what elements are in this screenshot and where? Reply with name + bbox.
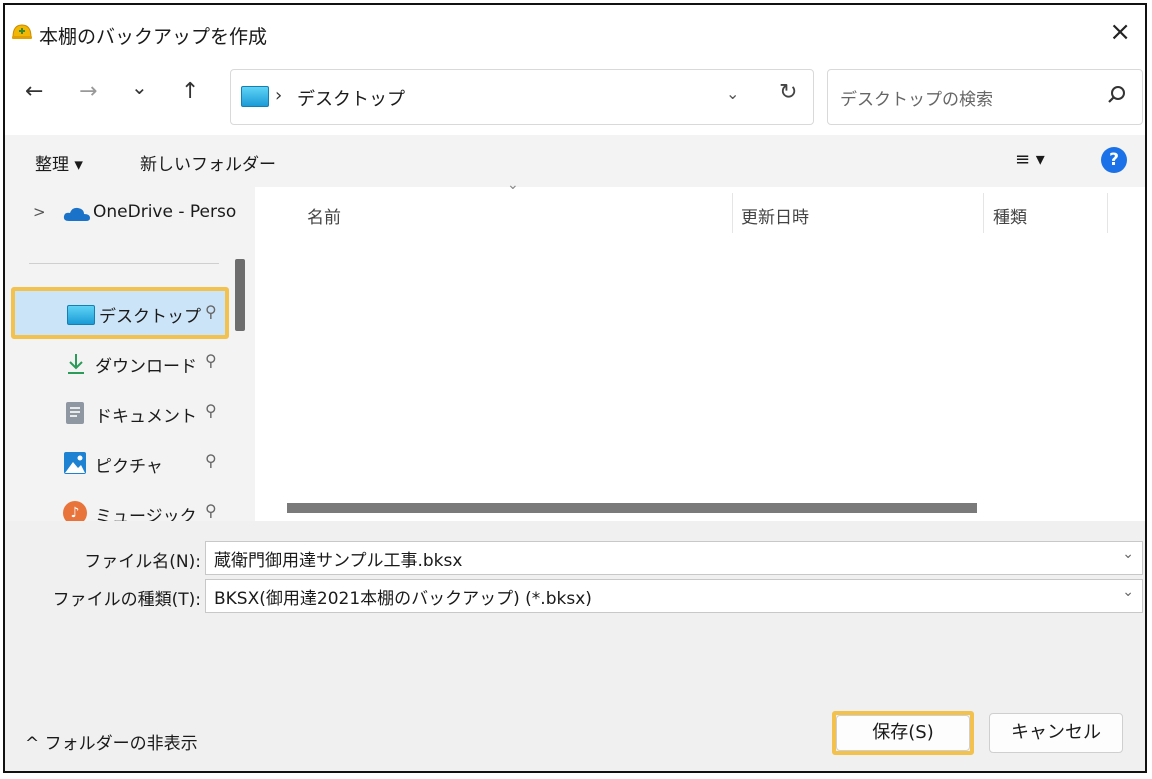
music-icon: ♪ <box>63 501 87 521</box>
pin-icon: ⚲ <box>205 401 217 420</box>
sidebar-item-label: OneDrive - Perso <box>93 202 237 222</box>
save-options-panel: ファイル名(N): 蔵衛門御用達サンプル工事.bksx ⌄ ファイルの種類(T)… <box>5 521 1145 771</box>
view-options-button[interactable]: ≡ ▾ <box>1015 149 1045 170</box>
close-button[interactable]: × <box>1109 17 1131 47</box>
address-dropdown-icon[interactable]: ⌄ <box>726 84 739 103</box>
horizontal-scrollbar[interactable] <box>287 503 977 513</box>
breadcrumb-current[interactable]: デスクトップ <box>297 85 405 111</box>
back-button[interactable]: ← <box>25 79 43 104</box>
sidebar-item-documents[interactable]: ドキュメント ⚲ <box>5 389 235 439</box>
filetype-label: ファイルの種類(T): <box>52 590 201 610</box>
refresh-icon[interactable]: ↻ <box>779 80 797 105</box>
desktop-folder-icon <box>67 305 95 325</box>
pin-icon: ⚲ <box>205 351 217 370</box>
address-bar[interactable]: › デスクトップ ⌄ ↻ <box>230 69 814 125</box>
filetype-value[interactable]: BKSX(御用達2021本棚のバックアップ) (*.bksx) <box>214 584 592 609</box>
desktop-folder-icon <box>241 86 269 107</box>
forward-button[interactable]: → <box>79 79 97 104</box>
navigation-pane: > OneDrive - Perso デスクトップ ⚲ ダウンロード ⚲ ドキュ… <box>5 187 255 521</box>
pin-icon: ⚲ <box>205 451 217 470</box>
column-header-type[interactable]: 種類 <box>993 203 1027 228</box>
filetype-dropdown-icon[interactable]: ⌄ <box>1122 584 1134 600</box>
recent-locations-button[interactable]: ⌄ <box>131 75 148 99</box>
save-dialog: 本棚のバックアップを作成 × ← → ⌄ ↑ › デスクトップ ⌄ ↻ デスクト… <box>3 3 1147 773</box>
expand-chevron-icon[interactable]: > <box>33 203 46 221</box>
filename-dropdown-icon[interactable]: ⌄ <box>1122 546 1134 562</box>
sidebar-item-desktop[interactable]: デスクトップ ⚲ <box>11 287 229 339</box>
download-icon <box>68 354 84 374</box>
pin-icon: ⚲ <box>205 501 217 520</box>
sidebar-item-pictures[interactable]: ピクチャ ⚲ <box>5 439 235 489</box>
cloud-icon <box>63 207 90 221</box>
document-icon <box>66 402 84 424</box>
pin-icon: ⚲ <box>205 302 217 321</box>
file-list: ⌄ 名前 更新日時 種類 <box>255 177 1145 521</box>
breadcrumb-chevron-icon: › <box>275 85 283 106</box>
column-header-modified[interactable]: 更新日時 <box>741 203 809 228</box>
hide-folders-button[interactable]: ^ フォルダーの非表示 <box>25 729 198 754</box>
column-divider[interactable] <box>983 193 984 233</box>
column-divider[interactable] <box>732 193 733 233</box>
command-bar: 整理 ▾ 新しいフォルダー ≡ ▾ ? <box>5 135 1145 187</box>
new-folder-button[interactable]: 新しいフォルダー <box>140 150 276 175</box>
sidebar-item-music[interactable]: ♪ ミュージック ⚲ <box>5 489 235 521</box>
sidebar-item-downloads[interactable]: ダウンロード ⚲ <box>5 339 235 389</box>
sidebar-item-onedrive[interactable]: > OneDrive - Perso <box>5 189 237 239</box>
filename-value[interactable]: 蔵衛門御用達サンプル工事.bksx <box>214 546 462 571</box>
sort-indicator-icon: ⌄ <box>507 177 519 193</box>
search-box[interactable]: デスクトップの検索 <box>827 69 1143 125</box>
sidebar-item-label: ダウンロード <box>95 357 197 377</box>
sidebar-divider <box>29 263 219 264</box>
sidebar-item-label: ミュージック <box>95 507 197 521</box>
search-icon[interactable] <box>1106 84 1128 106</box>
filetype-select[interactable]: BKSX(御用達2021本棚のバックアップ) (*.bksx) ⌄ <box>205 579 1143 613</box>
filename-input[interactable]: 蔵衛門御用達サンプル工事.bksx ⌄ <box>205 541 1143 575</box>
column-divider[interactable] <box>1107 193 1108 233</box>
up-button[interactable]: ↑ <box>181 79 199 104</box>
column-header-name[interactable]: 名前 <box>307 203 341 228</box>
footer-bar <box>5 671 1145 771</box>
help-icon[interactable]: ? <box>1101 147 1127 173</box>
sidebar-item-label: ピクチャ <box>95 457 163 477</box>
sidebar-item-label: ドキュメント <box>95 407 197 427</box>
window-title: 本棚のバックアップを作成 <box>39 26 268 48</box>
cancel-button[interactable]: キャンセル <box>989 713 1123 753</box>
search-input[interactable]: デスクトップの検索 <box>840 85 993 110</box>
app-helmet-icon <box>12 24 32 39</box>
filename-label: ファイル名(N): <box>84 552 201 572</box>
picture-icon <box>64 452 86 474</box>
title-bar: 本棚のバックアップを作成 × <box>5 5 1145 65</box>
save-button[interactable]: 保存(S) <box>836 715 970 751</box>
sidebar-scrollbar[interactable] <box>235 259 245 331</box>
sidebar-item-label: デスクトップ <box>99 307 201 327</box>
organize-button[interactable]: 整理 ▾ <box>35 150 83 175</box>
